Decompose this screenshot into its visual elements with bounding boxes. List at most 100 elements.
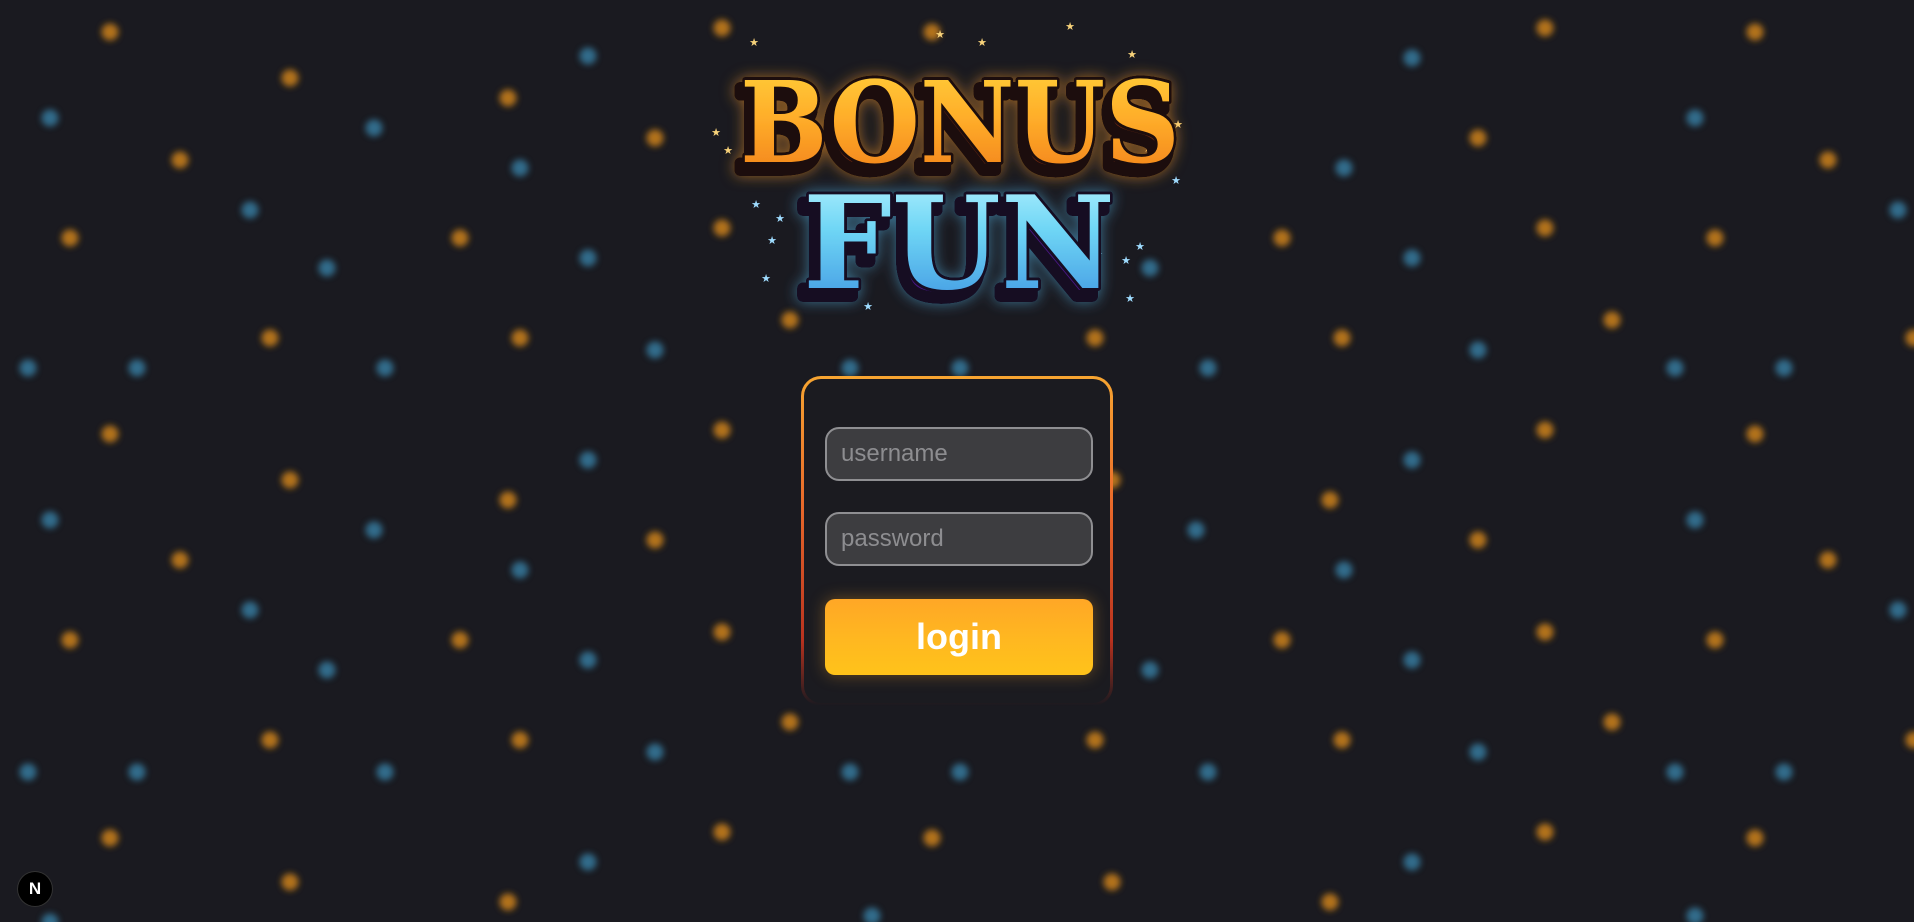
nextjs-logo-icon[interactable]: N [18, 872, 52, 906]
bokeh-dot [499, 491, 517, 509]
bokeh-dot [61, 631, 79, 649]
bokeh-dot [1469, 129, 1487, 147]
bokeh-dot [101, 23, 119, 41]
bokeh-dot [511, 329, 529, 347]
sparkle-star-icon: ★ [1065, 20, 1075, 33]
bokeh-dot [1403, 853, 1421, 871]
bokeh-dot [1469, 341, 1487, 359]
bokeh-dot [281, 873, 299, 891]
bokeh-dot [579, 249, 597, 267]
bokeh-dot [1273, 229, 1291, 247]
bokeh-dot [646, 531, 664, 549]
bokeh-dot [41, 913, 59, 922]
bokeh-dot [1603, 311, 1621, 329]
bokeh-dot [1686, 511, 1704, 529]
bokeh-dot [376, 763, 394, 781]
bokeh-dot [1819, 151, 1837, 169]
bokeh-dot [241, 601, 259, 619]
bokeh-dot [281, 69, 299, 87]
sparkle-star-icon: ★ [935, 28, 945, 41]
bokeh-dot [1603, 713, 1621, 731]
bokeh-dot [1746, 425, 1764, 443]
bokeh-dot [499, 89, 517, 107]
bokeh-dot [511, 731, 529, 749]
bokeh-dot [646, 129, 664, 147]
bokeh-dot [1666, 359, 1684, 377]
bokeh-dot [128, 763, 146, 781]
bokeh-dot [1335, 159, 1353, 177]
bonus-fun-logo: ★★★★★★★★★★★★★★★★★★★ BONUS BONUS FUN FUN [711, 20, 1183, 320]
bokeh-dot [281, 471, 299, 489]
bokeh-dot [1199, 763, 1217, 781]
password-input[interactable] [825, 512, 1093, 566]
bokeh-dot [1086, 329, 1104, 347]
bokeh-dot [579, 47, 597, 65]
bokeh-dot [781, 713, 799, 731]
dev-badge-letter: N [28, 879, 42, 898]
bokeh-dot [365, 521, 383, 539]
bokeh-dot [579, 451, 597, 469]
bokeh-dot [376, 359, 394, 377]
bokeh-dot [1187, 521, 1205, 539]
sparkle-star-icon: ★ [775, 212, 785, 225]
logo-fun-text: FUN [803, 169, 1115, 319]
bokeh-dot [713, 823, 731, 841]
bokeh-dot [128, 359, 146, 377]
bokeh-dot [1333, 329, 1351, 347]
bokeh-dot [579, 853, 597, 871]
sparkle-star-icon: ★ [1135, 240, 1145, 253]
login-button[interactable]: login [825, 599, 1093, 675]
bokeh-dot [1536, 19, 1554, 37]
bokeh-dot [241, 201, 259, 219]
bokeh-dot [951, 763, 969, 781]
login-card: login [801, 376, 1113, 706]
bokeh-dot [1469, 743, 1487, 761]
bokeh-dot [1905, 731, 1914, 749]
bokeh-dot [1686, 907, 1704, 922]
bokeh-dot [318, 661, 336, 679]
bokeh-dot [61, 229, 79, 247]
sparkle-star-icon: ★ [1125, 292, 1135, 305]
bokeh-dot [1536, 219, 1554, 237]
bokeh-dot [1536, 823, 1554, 841]
sparkle-star-icon: ★ [767, 234, 777, 247]
bokeh-dot [171, 551, 189, 569]
bokeh-dot [1775, 763, 1793, 781]
bokeh-dot [951, 359, 969, 377]
bokeh-dot [451, 229, 469, 247]
bokeh-dot [1905, 329, 1914, 347]
bokeh-dot [841, 359, 859, 377]
bokeh-dot [318, 259, 336, 277]
bokeh-dot [1889, 601, 1907, 619]
bokeh-dot [365, 119, 383, 137]
bokeh-dot [1536, 421, 1554, 439]
bokeh-dot [261, 329, 279, 347]
bokeh-dot [863, 907, 881, 922]
bokeh-dot [1819, 551, 1837, 569]
bokeh-dot [511, 159, 529, 177]
bokeh-dot [646, 341, 664, 359]
bokeh-dot [1103, 873, 1121, 891]
bokeh-dot [1403, 451, 1421, 469]
bokeh-dot [261, 731, 279, 749]
bokeh-dot [1746, 23, 1764, 41]
bokeh-dot [579, 651, 597, 669]
username-input[interactable] [825, 427, 1093, 481]
bokeh-dot [1273, 631, 1291, 649]
sparkle-star-icon: ★ [723, 144, 733, 157]
bokeh-dot [1333, 731, 1351, 749]
bokeh-dot [19, 359, 37, 377]
bokeh-dot [1086, 731, 1104, 749]
bokeh-dot [1706, 229, 1724, 247]
bokeh-dot [1686, 109, 1704, 127]
bokeh-dot [101, 829, 119, 847]
login-page: ★ ★ ★ ★ ★ ★ ★ ★ ★ ★ ★ ★ ★ ★ ★ ★ ★ ★ ★ BONUS BONUS FUN FUN … [0, 0, 1914, 922]
bokeh-dot [1199, 359, 1217, 377]
bokeh-dot [1141, 661, 1159, 679]
bokeh-dot [1536, 623, 1554, 641]
bokeh-dot [713, 623, 731, 641]
bokeh-dot [511, 561, 529, 579]
bokeh-dot [1321, 893, 1339, 911]
bokeh-dot [171, 151, 189, 169]
bokeh-dot [1403, 249, 1421, 267]
